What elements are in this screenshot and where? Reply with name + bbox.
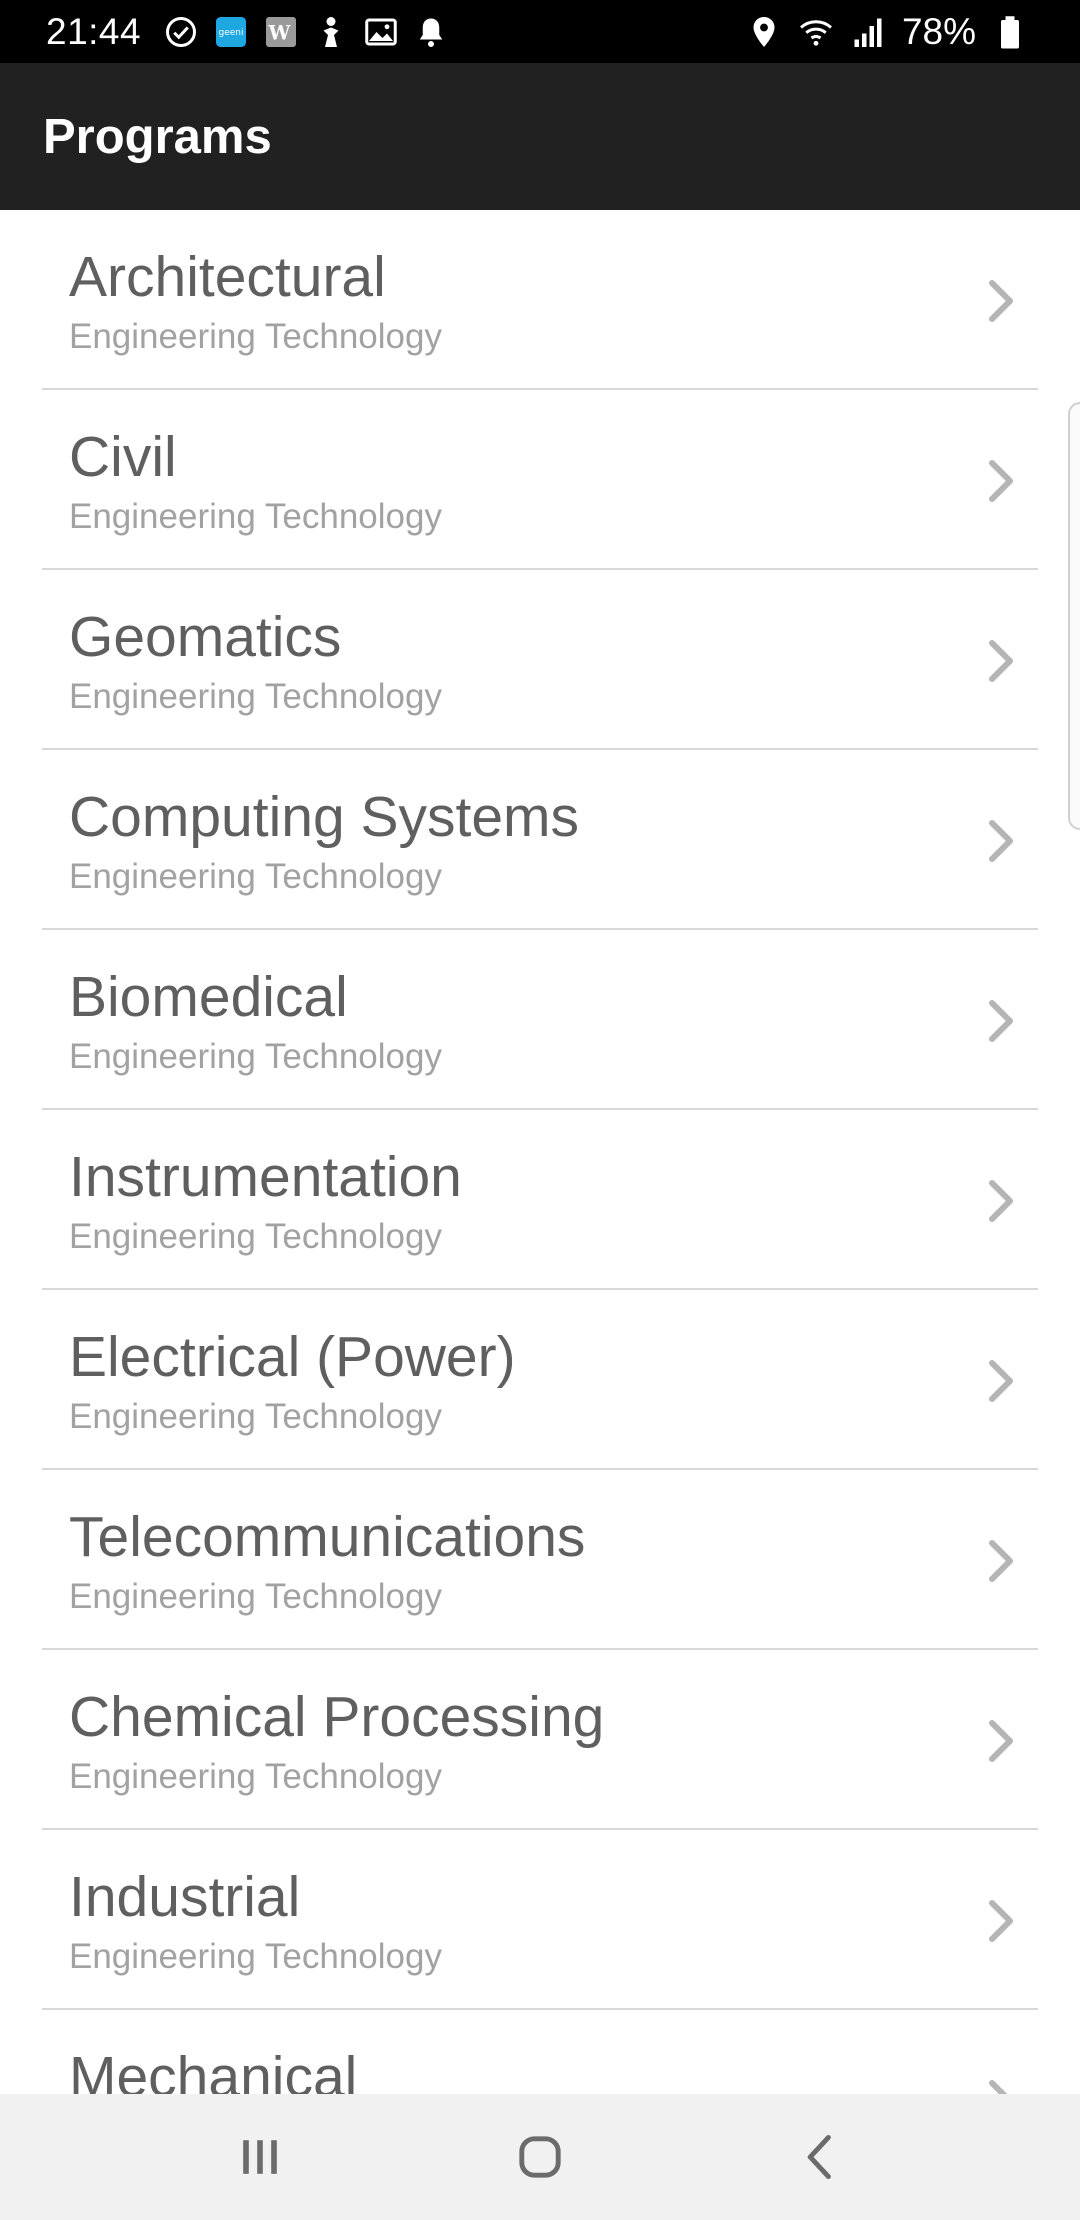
program-subtitle: Engineering Technology: [69, 677, 442, 716]
chevron-right-icon: [989, 280, 1013, 322]
status-left: 21:44 geeni W: [46, 11, 461, 53]
location-pin-icon: [744, 12, 784, 52]
program-title: Electrical (Power): [69, 1325, 516, 1389]
wifi-icon: [796, 12, 836, 52]
app-bar: Programs: [0, 63, 1080, 210]
chevron-right-icon: [989, 460, 1013, 502]
list-item[interactable]: Geomatics Engineering Technology: [42, 570, 1038, 750]
list-item[interactable]: Instrumentation Engineering Technology: [42, 1110, 1038, 1290]
program-subtitle: Engineering Technology: [69, 857, 442, 896]
program-subtitle: Engineering Technology: [69, 1397, 442, 1436]
program-title: Biomedical: [69, 965, 348, 1029]
svg-text:geeni: geeni: [219, 28, 244, 38]
list-item[interactable]: Civil Engineering Technology: [42, 390, 1038, 570]
recent-apps-button[interactable]: [220, 2117, 300, 2197]
program-title: Mechanical: [69, 2045, 358, 2094]
status-right: 78%: [738, 11, 1036, 53]
word-app-icon: W: [261, 12, 301, 52]
screen: 21:44 geeni W 78% Programs Architectural…: [0, 0, 1080, 2220]
home-icon: [519, 2136, 561, 2178]
back-button[interactable]: [780, 2117, 860, 2197]
check-circle-icon: [161, 12, 201, 52]
program-title: Chemical Processing: [69, 1685, 605, 1749]
scroll-indicator[interactable]: [1068, 402, 1080, 830]
list-item[interactable]: Telecommunications Engineering Technolog…: [42, 1470, 1038, 1650]
program-subtitle: Engineering Technology: [69, 1577, 442, 1616]
navigation-bar: [0, 2094, 1080, 2220]
program-title: Geomatics: [69, 605, 342, 669]
geeni-app-icon: geeni: [211, 12, 251, 52]
list-item[interactable]: Biomedical Engineering Technology: [42, 930, 1038, 1110]
program-list[interactable]: Architectural Engineering Technology Civ…: [0, 210, 1080, 2094]
program-subtitle: Engineering Technology: [69, 497, 442, 536]
bell-icon: [411, 12, 451, 52]
program-subtitle: Engineering Technology: [69, 1757, 442, 1796]
battery-percentage: 78%: [901, 10, 976, 52]
list-item[interactable]: Architectural Engineering Technology: [42, 210, 1038, 390]
program-subtitle: Engineering Technology: [69, 317, 442, 356]
chevron-right-icon: [989, 640, 1013, 682]
program-subtitle: Engineering Technology: [69, 1937, 442, 1976]
chevron-right-icon: [989, 1540, 1013, 1582]
program-title: Civil: [69, 425, 177, 489]
chevron-right-icon: [989, 1360, 1013, 1402]
list-item[interactable]: Industrial Engineering Technology: [42, 1830, 1038, 2010]
list-item[interactable]: Electrical (Power) Engineering Technolog…: [42, 1290, 1038, 1470]
chevron-right-icon: [989, 1720, 1013, 1762]
image-icon: [361, 12, 401, 52]
program-subtitle: Engineering Technology: [69, 1037, 442, 1076]
page-title: Programs: [43, 109, 272, 164]
chevron-right-icon: [989, 820, 1013, 862]
svg-text:W: W: [268, 21, 292, 44]
program-title: Telecommunications: [69, 1505, 586, 1569]
status-time: 21:44: [46, 10, 142, 52]
chevron-right-icon: [989, 1000, 1013, 1042]
chevron-right-icon: [989, 1900, 1013, 1942]
program-title: Industrial: [69, 1865, 301, 1929]
program-title: Instrumentation: [69, 1145, 462, 1209]
recent-apps-icon: [243, 2140, 277, 2174]
program-title: Architectural: [69, 245, 386, 309]
program-title: Computing Systems: [69, 785, 580, 849]
list-item[interactable]: Computing Systems Engineering Technology: [42, 750, 1038, 930]
signal-icon: [848, 12, 888, 52]
chevron-right-icon: [989, 2080, 1008, 2094]
program-subtitle: Engineering Technology: [69, 1217, 442, 1256]
back-icon: [807, 2134, 831, 2180]
battery-icon: [990, 12, 1030, 52]
person-icon: [311, 12, 351, 52]
list-item[interactable]: Mechanical Engineering Technology: [42, 2010, 1038, 2094]
home-button[interactable]: [500, 2117, 580, 2197]
list-item[interactable]: Chemical Processing Engineering Technolo…: [42, 1650, 1038, 1830]
status-bar: 21:44 geeni W 78%: [0, 0, 1080, 63]
chevron-right-icon: [989, 1180, 1013, 1222]
